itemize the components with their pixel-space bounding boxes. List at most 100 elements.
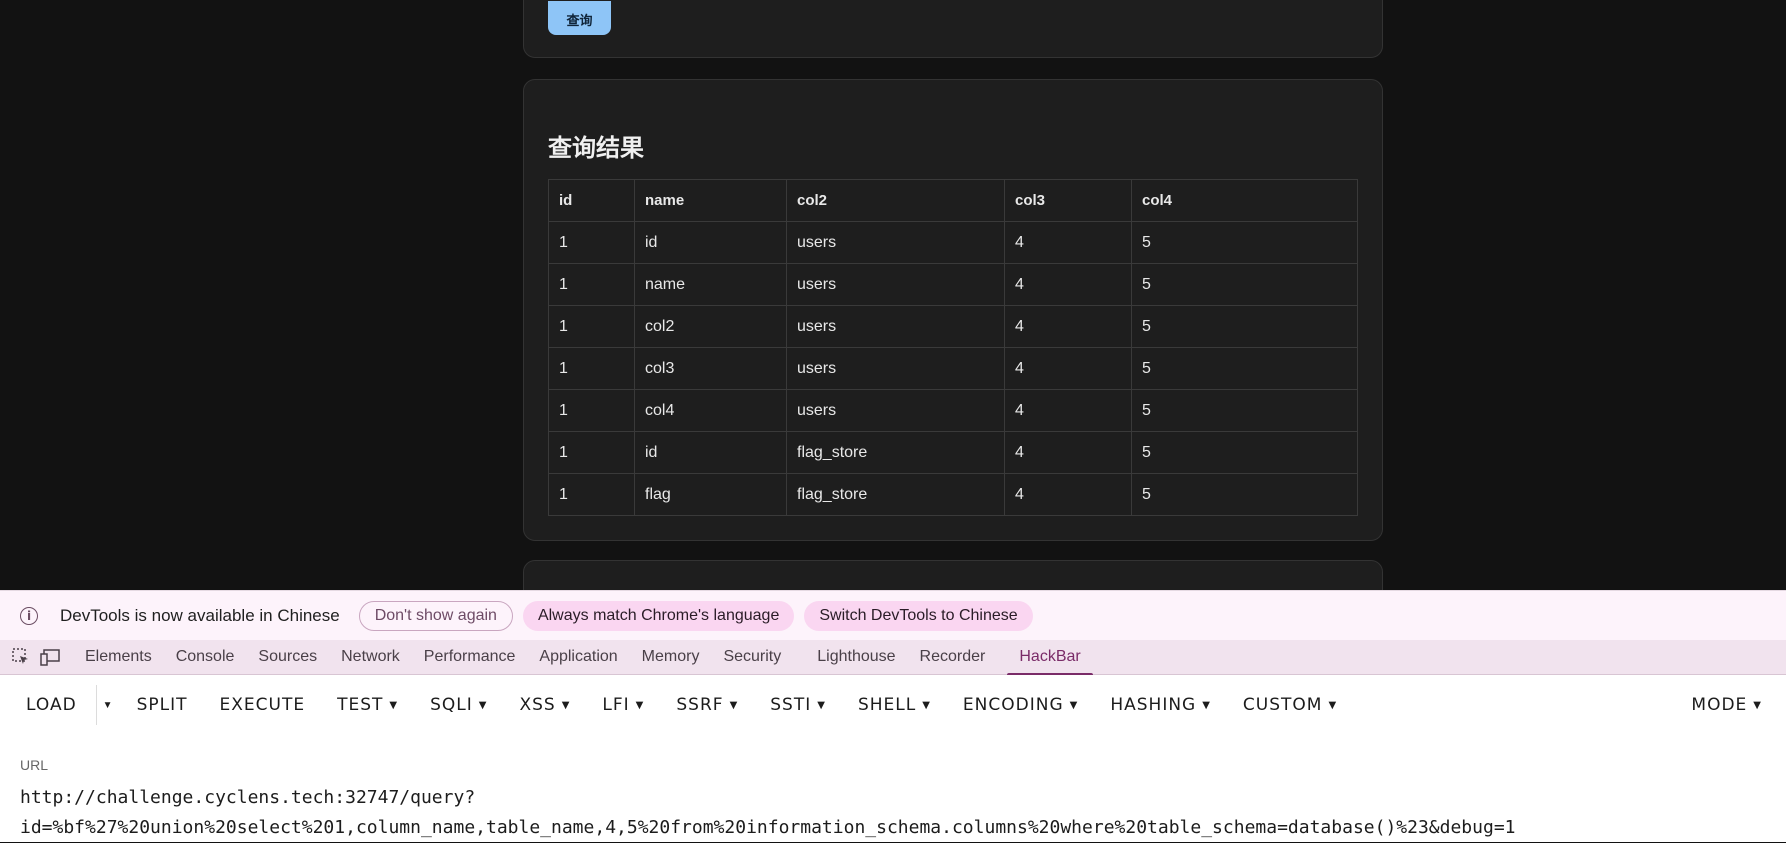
inspect-element-icon[interactable] bbox=[9, 645, 33, 669]
switch-devtools-chinese-button[interactable]: Switch DevTools to Chinese bbox=[804, 600, 1033, 631]
column-header: col3 bbox=[1004, 179, 1132, 222]
caret-down-icon: ▼ bbox=[1069, 699, 1079, 711]
hashing-label: HASHING bbox=[1110, 695, 1197, 715]
hackbar-menus: TEST ▼ SQLI ▼ XSS ▼ LFI ▼ SSRF ▼ SSTI ▼ SHELL ▼ ENCODI… bbox=[305, 675, 1337, 735]
table-cell: 1 bbox=[548, 389, 635, 432]
tab-network[interactable]: Network bbox=[329, 640, 412, 675]
tab-console[interactable]: Console bbox=[164, 640, 247, 675]
caret-down-icon: ▼ bbox=[478, 699, 488, 711]
table-cell: 5 bbox=[1131, 473, 1358, 516]
lfi-menu[interactable]: LFI ▼ bbox=[570, 675, 644, 735]
table-cell: users bbox=[786, 221, 1005, 264]
encoding-menu[interactable]: ENCODING ▼ bbox=[931, 675, 1078, 735]
results-table: id name col2 col3 col4 1 id users 4 5 1 name us… bbox=[548, 179, 1358, 516]
sqli-label: SQLI bbox=[430, 695, 473, 715]
tab-lighthouse[interactable]: Lighthouse bbox=[805, 640, 907, 675]
table-cell: users bbox=[786, 347, 1005, 390]
table-cell: 4 bbox=[1004, 347, 1132, 390]
shell-label: SHELL bbox=[857, 695, 917, 715]
custom-menu[interactable]: CUSTOM ▼ bbox=[1211, 675, 1337, 735]
table-cell: 1 bbox=[548, 347, 635, 390]
hashing-menu[interactable]: HASHING ▼ bbox=[1078, 675, 1211, 735]
mode-menu[interactable]: MODE ▼ bbox=[1665, 675, 1762, 735]
table-cell: 5 bbox=[1131, 263, 1358, 306]
load-button[interactable]: LOAD bbox=[0, 675, 77, 735]
table-cell: 1 bbox=[548, 263, 635, 306]
xss-label: XSS bbox=[519, 695, 556, 715]
table-cell: 5 bbox=[1131, 347, 1358, 390]
tab-security[interactable]: Security bbox=[711, 640, 793, 675]
caret-down-icon: ▼ bbox=[729, 699, 739, 711]
tab-memory[interactable]: Memory bbox=[630, 640, 712, 675]
load-label: LOAD bbox=[26, 695, 77, 715]
caret-down-icon: ▼ bbox=[389, 699, 399, 711]
tab-performance[interactable]: Performance bbox=[412, 640, 528, 675]
ssrf-menu[interactable]: SSRF ▼ bbox=[644, 675, 738, 735]
ssti-menu[interactable]: SSTI ▼ bbox=[738, 675, 826, 735]
test-label: TEST bbox=[337, 695, 384, 715]
table-cell: users bbox=[786, 305, 1005, 348]
query-card: 查询 bbox=[523, 0, 1383, 58]
table-cell: 5 bbox=[1131, 431, 1358, 474]
encoding-label: ENCODING bbox=[962, 695, 1064, 715]
tab-recorder[interactable]: Recorder bbox=[908, 640, 998, 675]
next-card bbox=[523, 560, 1383, 590]
caret-down-icon: ▼ bbox=[1202, 699, 1211, 711]
table-row: 1 name users 4 5 bbox=[548, 263, 1358, 306]
info-icon: i bbox=[20, 606, 38, 625]
split-button[interactable]: SPLIT bbox=[119, 675, 188, 735]
mode-label: MODE bbox=[1691, 695, 1748, 715]
tab-sources[interactable]: Sources bbox=[246, 640, 329, 675]
column-header: id bbox=[548, 179, 635, 222]
column-header: col2 bbox=[786, 179, 1005, 222]
custom-label: CUSTOM bbox=[1242, 695, 1323, 715]
table-cell: 4 bbox=[1004, 305, 1132, 348]
execute-button[interactable]: EXECUTE bbox=[188, 675, 306, 735]
hackbar-toolbar: LOAD ▼ SPLIT EXECUTE TEST ▼ SQLI ▼ XSS ▼ LFI ▼ S… bbox=[0, 675, 1786, 735]
table-cell: col3 bbox=[634, 347, 787, 390]
tab-elements[interactable]: Elements bbox=[73, 640, 164, 675]
table-row: 1 flag flag_store 4 5 bbox=[548, 473, 1358, 516]
table-row: 1 id users 4 5 bbox=[548, 221, 1358, 264]
table-row: 1 col2 users 4 5 bbox=[548, 305, 1358, 348]
table-cell: 4 bbox=[1004, 389, 1132, 432]
table-cell: col4 bbox=[634, 389, 787, 432]
table-cell: 5 bbox=[1131, 221, 1358, 264]
ssrf-label: SSRF bbox=[676, 695, 724, 715]
always-match-language-button[interactable]: Always match Chrome's language bbox=[522, 600, 795, 631]
load-dropdown-caret-icon[interactable]: ▼ bbox=[97, 700, 119, 711]
test-menu[interactable]: TEST ▼ bbox=[305, 675, 398, 735]
devtools-tab-bar: Elements Console Sources Network Performance… bbox=[0, 640, 1786, 676]
xss-menu[interactable]: XSS ▼ bbox=[487, 675, 570, 735]
column-header: col4 bbox=[1131, 179, 1358, 222]
table-cell: col2 bbox=[634, 305, 787, 348]
tab-hackbar[interactable]: HackBar bbox=[1007, 640, 1094, 676]
dont-show-again-button[interactable]: Don't show again bbox=[358, 600, 513, 631]
table-cell: 4 bbox=[1004, 263, 1132, 306]
table-cell: 1 bbox=[548, 473, 635, 516]
tab-application[interactable]: Application bbox=[527, 640, 629, 675]
table-cell: 4 bbox=[1004, 473, 1132, 516]
lfi-label: LFI bbox=[602, 695, 630, 715]
results-title: 查询结果 bbox=[548, 134, 644, 162]
table-cell: flag_store bbox=[786, 431, 1005, 474]
url-label: URL bbox=[20, 757, 49, 773]
ssti-label: SSTI bbox=[770, 695, 812, 715]
caret-down-icon: ▼ bbox=[1328, 699, 1338, 711]
shell-menu[interactable]: SHELL ▼ bbox=[826, 675, 931, 735]
notification-text: DevTools is now available in Chinese bbox=[60, 605, 340, 625]
url-textarea[interactable]: http://challenge.cyclens.tech:32747/quer… bbox=[20, 783, 1760, 843]
split-label: SPLIT bbox=[136, 695, 188, 715]
device-toolbar-icon[interactable] bbox=[39, 645, 63, 669]
table-cell: id bbox=[634, 221, 787, 264]
caret-down-icon: ▼ bbox=[1753, 699, 1762, 711]
table-row: 1 id flag_store 4 5 bbox=[548, 431, 1358, 474]
caret-down-icon: ▼ bbox=[922, 699, 931, 711]
table-cell: 4 bbox=[1004, 431, 1132, 474]
table-cell: flag bbox=[634, 473, 787, 516]
sqli-menu[interactable]: SQLI ▼ bbox=[398, 675, 487, 735]
table-cell: 1 bbox=[548, 221, 635, 264]
hackbar-panel: LOAD ▼ SPLIT EXECUTE TEST ▼ SQLI ▼ XSS ▼ LFI ▼ S… bbox=[0, 675, 1786, 842]
table-cell: 4 bbox=[1004, 221, 1132, 264]
query-button[interactable]: 查询 bbox=[548, 1, 611, 35]
